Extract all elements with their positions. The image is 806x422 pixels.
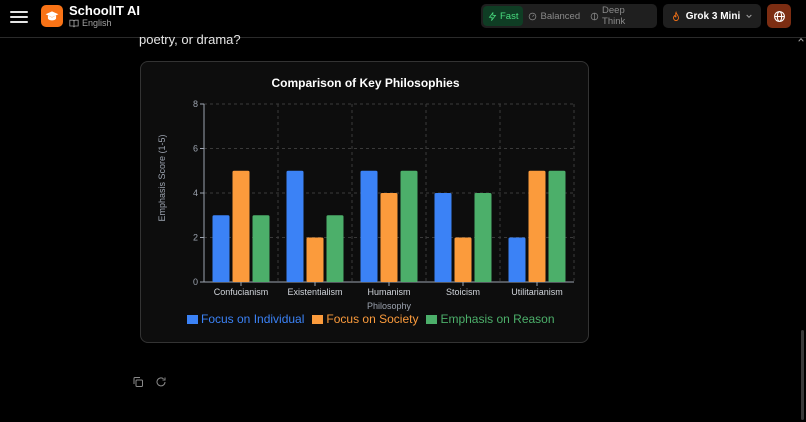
y-axis-label: Emphasis Score (1-5) <box>157 134 167 221</box>
mode-fast-label: Fast <box>500 10 519 22</box>
legend-swatch-reason <box>426 314 438 324</box>
gauge-icon <box>529 12 537 20</box>
app-title: SchoolIT AI <box>69 3 141 18</box>
x-axis-label: Philosophy <box>367 301 412 311</box>
chart-title: Comparison of Key Philosophies <box>271 76 460 90</box>
legend-swatch-individual <box>187 314 198 324</box>
x-tick-label: Stoicism <box>446 287 480 297</box>
bar-confucianism-0 <box>212 215 230 282</box>
graduation-cap-logo-icon <box>41 5 63 27</box>
message-text: poetry, or drama? <box>139 32 241 47</box>
y-tick-label: 6 <box>193 144 198 154</box>
bar-utilitarianism-1 <box>528 170 546 282</box>
language-label: English <box>82 18 112 28</box>
bar-stoicism-1 <box>454 237 472 282</box>
model-label: Grok 3 Mini <box>685 10 741 22</box>
y-tick-label: 0 <box>193 277 198 287</box>
copy-icon[interactable] <box>132 375 144 387</box>
bar-existentialism-1 <box>306 237 324 282</box>
y-tick-label: 4 <box>193 188 198 198</box>
mode-balanced-label: Balanced <box>540 10 581 22</box>
mode-deep-think-button[interactable]: Deep Think <box>585 5 655 27</box>
x-tick-label: Humanism <box>367 287 410 297</box>
globe-icon <box>773 10 785 22</box>
x-tick-label: Utilitarianism <box>511 287 563 297</box>
y-tick-label: 8 <box>193 99 198 109</box>
legend-label-society: Focus on Society <box>326 312 419 326</box>
bar-confucianism-2 <box>252 215 270 282</box>
lightning-icon <box>488 11 497 21</box>
hamburger-menu-icon[interactable] <box>10 8 28 26</box>
book-icon <box>69 19 79 27</box>
bar-confucianism-1 <box>232 170 250 282</box>
x-tick-label: Existentialism <box>287 287 342 297</box>
scrollbar-thumb[interactable] <box>801 330 804 420</box>
bar-humanism-0 <box>360 170 378 282</box>
legend-item-individual[interactable]: Focus on Individual <box>187 312 304 326</box>
legend-label-individual: Focus on Individual <box>201 312 305 326</box>
chart-legend: Focus on Individual Focus on Society Emp… <box>187 312 555 326</box>
mode-balanced-button[interactable]: Balanced <box>523 6 585 26</box>
scroll-up-arrow-icon[interactable] <box>797 36 805 46</box>
bar-stoicism-2 <box>474 193 492 282</box>
chart-card: 0 2 4 6 8 Confucianism Existentialism Humanism S… <box>140 61 589 343</box>
bar-stoicism-0 <box>434 193 452 282</box>
bar-utilitarianism-2 <box>548 170 566 282</box>
bar-chart: 0 2 4 6 8 Confucianism Existentialism Humanism S… <box>157 99 575 311</box>
top-bar: SchoolIT AI English Fast Balanced Deep T… <box>0 0 806 38</box>
brain-icon <box>590 12 599 20</box>
language-selector[interactable]: English <box>69 18 112 28</box>
legend-swatch-society <box>312 314 324 324</box>
regenerate-icon[interactable] <box>155 375 167 387</box>
globe-button[interactable] <box>767 4 791 28</box>
bar-existentialism-0 <box>286 170 304 282</box>
mode-deep-think-label: Deep Think <box>602 5 626 27</box>
flame-icon <box>672 10 679 21</box>
x-tick-label: Confucianism <box>214 287 269 297</box>
chevron-down-icon <box>746 14 752 19</box>
bar-humanism-2 <box>400 170 418 282</box>
mode-selector: Fast Balanced Deep Think <box>481 4 657 28</box>
legend-item-society[interactable]: Focus on Society <box>312 312 418 326</box>
y-tick-label: 2 <box>193 233 198 243</box>
legend-label-reason: Emphasis on Reason <box>440 312 555 326</box>
model-selector-button[interactable]: Grok 3 Mini <box>663 4 761 28</box>
bar-existentialism-2 <box>326 215 344 282</box>
mode-fast-button[interactable]: Fast <box>483 6 524 26</box>
legend-item-reason[interactable]: Emphasis on Reason <box>426 312 555 326</box>
bar-humanism-1 <box>380 193 398 282</box>
bar-utilitarianism-0 <box>508 237 526 282</box>
